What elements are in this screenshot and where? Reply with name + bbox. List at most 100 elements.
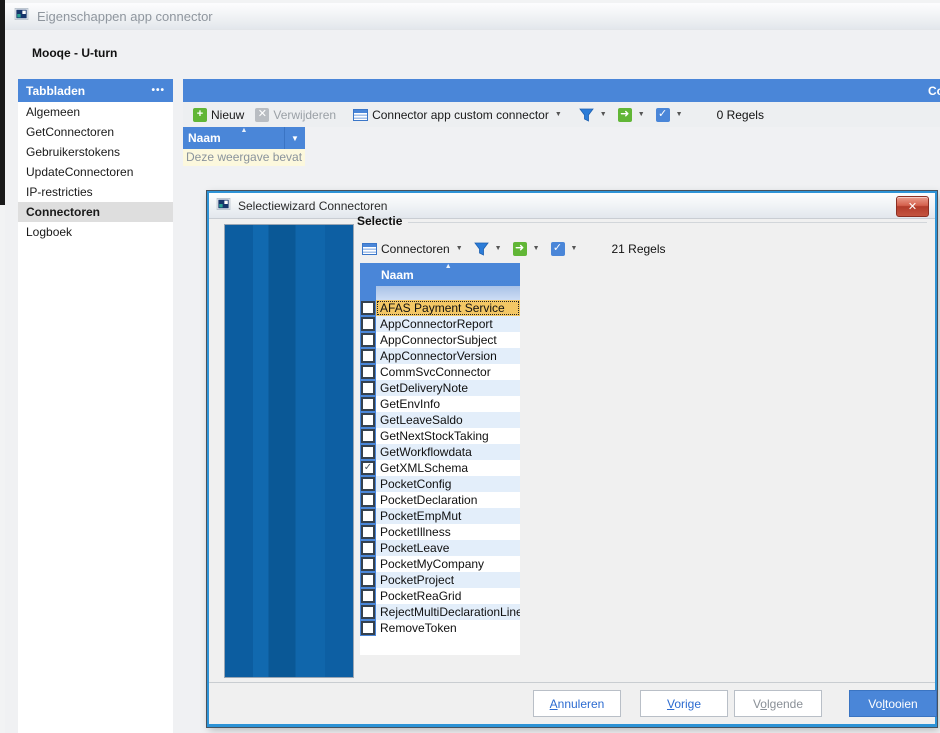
column-dropdown-button[interactable]: ▼ bbox=[284, 127, 305, 149]
volgende-button[interactable]: Volgende bbox=[734, 690, 822, 717]
delete-button[interactable]: ✕ Verwijderen bbox=[252, 106, 339, 124]
connector-name[interactable]: PocketReaGrid bbox=[376, 588, 520, 604]
connector-row[interactable]: ✓RemoveToken bbox=[360, 620, 520, 636]
row-checkbox[interactable]: ✓ bbox=[361, 541, 375, 555]
annuleren-button[interactable]: Annuleren bbox=[533, 690, 621, 717]
connector-row[interactable]: ✓GetWorkflowdata bbox=[360, 444, 520, 460]
sidebar-item-ip-restricties[interactable]: IP-restricties bbox=[18, 182, 173, 202]
connector-name[interactable]: AFAS Payment Service bbox=[376, 300, 520, 316]
connector-name[interactable]: PocketConfig bbox=[376, 476, 520, 492]
connector-name[interactable]: RejectMultiDeclarationLine bbox=[376, 604, 520, 620]
sidebar-item-getconnectoren[interactable]: GetConnectoren bbox=[18, 122, 173, 142]
connector-row[interactable]: ✓PocketDeclaration bbox=[360, 492, 520, 508]
connector-row[interactable]: ✓PocketIllness bbox=[360, 524, 520, 540]
row-checkbox[interactable]: ✓ bbox=[361, 365, 375, 379]
checkbox-cell: ✓ bbox=[360, 348, 376, 364]
row-checkbox[interactable]: ✓ bbox=[361, 477, 375, 491]
row-checkbox[interactable]: ✓ bbox=[361, 573, 375, 587]
connector-row[interactable]: ✓AFAS Payment Service bbox=[360, 300, 520, 316]
connector-name[interactable]: GetWorkflowdata bbox=[376, 444, 520, 460]
row-checkbox[interactable]: ✓ bbox=[361, 413, 375, 427]
row-checkbox[interactable]: ✓ bbox=[361, 381, 375, 395]
connector-row[interactable]: ✓CommSvcConnector bbox=[360, 364, 520, 380]
row-checkbox[interactable]: ✓ bbox=[361, 525, 375, 539]
row-checkbox[interactable]: ✓ bbox=[361, 445, 375, 459]
new-button[interactable]: + Nieuw bbox=[190, 106, 247, 124]
connector-row[interactable]: ✓RejectMultiDeclarationLine bbox=[360, 604, 520, 620]
checkbox-cell: ✓ bbox=[360, 620, 376, 636]
sidebar-item-connectoren[interactable]: Connectoren bbox=[18, 202, 173, 222]
sidebar-item-updateconnectoren[interactable]: UpdateConnectoren bbox=[18, 162, 173, 182]
row-checkbox[interactable]: ✓ bbox=[361, 509, 375, 523]
connector-name[interactable]: GetLeaveSaldo bbox=[376, 412, 520, 428]
dialog-icon bbox=[216, 197, 231, 215]
connector-row[interactable]: ✓GetLeaveSaldo bbox=[360, 412, 520, 428]
sidebar-item-logboek[interactable]: Logboek bbox=[18, 222, 173, 242]
connector-name[interactable]: AppConnectorReport bbox=[376, 316, 520, 332]
connector-table: ▲ Naam ✓AFAS Payment Service✓AppConnecto… bbox=[360, 263, 520, 655]
connector-name[interactable]: GetNextStockTaking bbox=[376, 428, 520, 444]
main-grid-column-header[interactable]: ▲ Naam ▼ bbox=[183, 127, 305, 149]
connector-row[interactable]: ✓PocketProject bbox=[360, 572, 520, 588]
row-checkbox[interactable]: ✓ bbox=[361, 397, 375, 411]
connector-name[interactable]: AppConnectorVersion bbox=[376, 348, 520, 364]
dialog-select-button[interactable]: ✓ ▼ bbox=[548, 240, 581, 258]
connector-row[interactable]: ✓AppConnectorSubject bbox=[360, 332, 520, 348]
row-checkbox[interactable]: ✓ bbox=[361, 333, 375, 347]
checkbox-cell: ✓ bbox=[360, 492, 376, 508]
connector-name[interactable]: PocketDeclaration bbox=[376, 492, 520, 508]
connector-row[interactable]: ✓GetDeliveryNote bbox=[360, 380, 520, 396]
connector-view-label: Connector app custom connector bbox=[372, 108, 549, 122]
voltooien-button[interactable]: Voltooien bbox=[849, 690, 937, 717]
delete-icon: ✕ bbox=[255, 108, 269, 122]
filter-button[interactable]: ▼ bbox=[576, 106, 610, 124]
connector-row[interactable]: ✓PocketConfig bbox=[360, 476, 520, 492]
connector-name[interactable]: PocketIllness bbox=[376, 524, 520, 540]
check-icon: ✓ bbox=[656, 108, 670, 122]
connector-name[interactable]: CommSvcConnector bbox=[376, 364, 520, 380]
connector-row[interactable]: ✓PocketMyCompany bbox=[360, 556, 520, 572]
filter-input[interactable] bbox=[376, 286, 520, 300]
sidebar-menu-button[interactable]: ••• bbox=[151, 85, 165, 96]
connector-name[interactable]: PocketMyCompany bbox=[376, 556, 520, 572]
connector-name[interactable]: GetEnvInfo bbox=[376, 396, 520, 412]
connector-row[interactable]: ✓PocketEmpMut bbox=[360, 508, 520, 524]
table-filter-row bbox=[360, 286, 520, 300]
row-checkbox[interactable]: ✓ bbox=[361, 349, 375, 363]
sidebar-item-algemeen[interactable]: Algemeen bbox=[18, 102, 173, 122]
select-button[interactable]: ✓ ▼ bbox=[653, 106, 686, 124]
row-checkbox[interactable]: ✓ bbox=[361, 317, 375, 331]
connector-name[interactable]: RemoveToken bbox=[376, 620, 520, 636]
connector-name[interactable]: AppConnectorSubject bbox=[376, 332, 520, 348]
checkbox-cell: ✓ bbox=[360, 508, 376, 524]
dialog-filter-button[interactable]: ▼ bbox=[471, 240, 505, 258]
row-checkbox[interactable]: ✓ bbox=[361, 493, 375, 507]
connector-name[interactable]: PocketProject bbox=[376, 572, 520, 588]
table-column-header[interactable]: ▲ Naam bbox=[360, 263, 520, 286]
connector-row[interactable]: ✓AppConnectorVersion bbox=[360, 348, 520, 364]
dialog-export-button[interactable]: ➜ ▼ bbox=[510, 240, 543, 258]
row-checkbox[interactable]: ✓ bbox=[361, 557, 375, 571]
sidebar-item-gebruikerstokens[interactable]: Gebruikerstokens bbox=[18, 142, 173, 162]
export-button[interactable]: ➜ ▼ bbox=[615, 106, 648, 124]
connector-row[interactable]: ✓GetEnvInfo bbox=[360, 396, 520, 412]
connector-row[interactable]: ✓PocketLeave bbox=[360, 540, 520, 556]
connector-name[interactable]: PocketLeave bbox=[376, 540, 520, 556]
row-checkbox[interactable]: ✓ bbox=[361, 589, 375, 603]
row-checkbox[interactable]: ✓ bbox=[361, 301, 375, 315]
row-checkbox[interactable]: ✓ bbox=[361, 429, 375, 443]
row-checkbox[interactable]: ✓ bbox=[361, 621, 375, 635]
row-checkbox[interactable]: ✓ bbox=[361, 605, 375, 619]
row-checkbox[interactable]: ✓ bbox=[361, 461, 375, 475]
connector-row[interactable]: ✓GetXMLSchema bbox=[360, 460, 520, 476]
connector-row[interactable]: ✓PocketReaGrid bbox=[360, 588, 520, 604]
connector-name[interactable]: PocketEmpMut bbox=[376, 508, 520, 524]
connector-row[interactable]: ✓GetNextStockTaking bbox=[360, 428, 520, 444]
connector-name[interactable]: GetXMLSchema bbox=[376, 460, 520, 476]
vorige-button[interactable]: Vorige bbox=[640, 690, 728, 717]
connectoren-view-dropdown[interactable]: Connectoren ▼ bbox=[359, 240, 466, 258]
checkbox-cell: ✓ bbox=[360, 588, 376, 604]
connector-view-dropdown[interactable]: Connector app custom connector ▼ bbox=[350, 106, 565, 124]
connector-row[interactable]: ✓AppConnectorReport bbox=[360, 316, 520, 332]
connector-name[interactable]: GetDeliveryNote bbox=[376, 380, 520, 396]
